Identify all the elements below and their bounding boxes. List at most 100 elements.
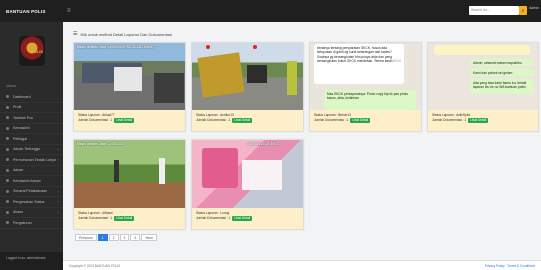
search-input[interactable]: Search for... <box>469 6 519 15</box>
chat-bubble: Kami dari polsek sei gelam <box>470 69 534 76</box>
detail-button[interactable]: Lihat Detail <box>114 118 135 123</box>
logo-text: POLIS <box>31 49 44 54</box>
card-info: Status Laporan : Auditor13 Jumlah Dokume… <box>192 110 303 131</box>
page-4[interactable]: 4 <box>130 234 141 241</box>
chevron-right-icon: › <box>57 199 59 205</box>
nav-icon <box>6 168 9 172</box>
sidebar-item-pelbagai[interactable]: Pelbagai <box>0 134 63 145</box>
card-info: Status Laporan : Aktual77 Jumlah Dokumen… <box>74 110 185 131</box>
card-doc-count: Jumlah Dokumentasi : 1 <box>78 216 113 220</box>
report-card-4[interactable]: Admin, selamat malam bapak/ibu Kami dari… <box>427 42 539 132</box>
sidebar-item-label: Dashboard <box>13 94 31 99</box>
sidebar-item-pengesahan-status[interactable]: Pengesahan Status › <box>0 197 63 208</box>
brand-title[interactable]: BANTUAN POLIS <box>0 0 63 22</box>
report-card-6[interactable]: 08/25/2023 03:46:27 Status Laporan : Lon… <box>191 139 304 230</box>
nav-icon <box>6 189 9 193</box>
chat-message: bertanya tentang persyaratan SKCK, husus… <box>317 46 393 63</box>
sidebar: POLIS Utama Dashboard Profil Tambah Pos Kem… <box>0 22 63 270</box>
photo-stamp: 08/25/2023 03:46:27 <box>247 142 280 146</box>
card-info: Status Laporan : Belum13 Jumlah Dokument… <box>310 110 421 131</box>
page-previous[interactable]: Previous <box>75 234 97 241</box>
report-card-1[interactable]: Maps details Jam 14:00/2023 (SS.2023/01/… <box>73 42 186 132</box>
nav-icon <box>6 116 9 120</box>
nav-icon <box>6 126 9 130</box>
nav-icon <box>6 158 9 162</box>
sidebar-item-label: Tambah Pos <box>13 115 33 120</box>
page-3[interactable]: 3 <box>119 234 130 241</box>
search-button[interactable]: ⌕ <box>519 6 527 15</box>
footer-links[interactable]: Privacy Policy · Terms & Conditions <box>485 264 535 268</box>
sidebar-item-label: Kemaskini <box>13 126 30 131</box>
search-icon: ⌕ <box>521 7 525 14</box>
user-menu[interactable]: Admin <box>529 6 539 10</box>
report-photo[interactable]: 08/25/2023 03:46:27 <box>192 140 303 210</box>
card-doc-count: Jumlah Dokumentasi : 1 <box>196 216 231 220</box>
sidebar-item-label: Permohonan Tindak Lanjut <box>13 157 56 162</box>
report-photo[interactable]: Admin, selamat malam bapak/ibu Kami dari… <box>428 43 538 112</box>
chat-message: Mas SKCK persayaratnya: Photo copy ktp k… <box>327 92 409 101</box>
list-icon: ☰ <box>73 31 78 37</box>
sidebar-item-label: Aduan <box>13 168 24 173</box>
card-doc-count: Jumlah Dokumentasi : 1 <box>196 118 231 122</box>
report-card-5[interactable]: Maps details Jam 14:00/2023 Status Lapor… <box>73 139 186 230</box>
card-doc-count: Jumlah Dokumentasi : 1 <box>314 118 349 122</box>
page-2[interactable]: 2 <box>108 234 119 241</box>
sidebar-item-tambah-pos[interactable]: Tambah Pos <box>0 113 63 124</box>
hamburger-icon[interactable]: ≡ <box>67 8 71 14</box>
sidebar-item-kemaskini-aduan[interactable]: Kemaskini Aduan <box>0 176 63 187</box>
sidebar-item-akaun[interactable]: Akaun › <box>0 208 63 218</box>
chat-message: Admin, selamat malam bapak/ibu <box>473 61 522 65</box>
photo-stamp: Maps details Jam 14:00/2023 (SS.2023/01/… <box>77 45 156 49</box>
detail-button[interactable]: Lihat Detail <box>232 118 253 123</box>
sidebar-item-aduan[interactable]: Aduan <box>0 166 63 176</box>
chat-bubble-reply: Mas SKCK persayaratnya: Photo copy ktp k… <box>324 90 416 110</box>
sidebar-item-label: Pengesahan Status <box>13 199 45 204</box>
sidebar-item-pengaturan[interactable]: Pengaturan <box>0 218 63 229</box>
detail-button[interactable]: Lihat Detail <box>232 216 253 221</box>
card-doc-count: Jumlah Dokumentasi : 1 <box>432 118 467 122</box>
logo-area: POLIS <box>0 22 63 80</box>
sidebar-item-profil[interactable]: Profil <box>0 103 63 113</box>
chat-bubble: Admin, selamat malam bapak/ibu <box>470 59 534 66</box>
detail-button[interactable]: Lihat Detail <box>468 118 489 123</box>
page-1[interactable]: 1 <box>97 234 108 241</box>
sidebar-item-label: Aduan Tertunggu <box>13 147 41 152</box>
breadcrumb-text: Klik untuk melihat Detail Laporan Dan Do… <box>80 31 172 37</box>
page-next[interactable]: Next <box>141 234 157 241</box>
nav-icon <box>6 210 9 214</box>
chat-bubble <box>434 45 530 55</box>
topbar: BANTUAN POLIS ≡ Search for... ⌕ Admin <box>0 0 541 22</box>
sidebar-item-label: Akaun <box>13 210 24 215</box>
chat-bubble: Ada yang bisa kami bantu bu, terkait lap… <box>470 79 534 94</box>
nav-icon <box>6 200 9 204</box>
report-photo[interactable] <box>192 43 303 112</box>
chevron-right-icon: › <box>57 209 59 215</box>
nav-icon <box>6 221 9 225</box>
chevron-right-icon: › <box>57 146 59 152</box>
sidebar-item-aduan-tertunggu[interactable]: Aduan Tertunggu › <box>0 145 63 155</box>
footer: Copyright © 2023 BANTUAN POLIS Privacy P… <box>63 260 541 270</box>
nav-icon <box>6 179 9 183</box>
footer-copyright: Copyright © 2023 BANTUAN POLIS <box>69 263 121 268</box>
chat-message: Kami dari polsek sei gelam <box>473 71 513 75</box>
sidebar-item-permohonan-tindak-lanjut[interactable]: Permohonan Tindak Lanjut › <box>0 155 63 166</box>
photo-stamp: Maps details Jam 14:00/2023 <box>77 142 125 146</box>
pagination: Previous 1 2 3 4 Next <box>75 234 158 241</box>
report-photo[interactable]: Maps details Jam 14:00/2023 <box>74 140 185 210</box>
sidebar-item-kemaskini[interactable]: Kemaskini <box>0 124 63 134</box>
sidebar-item-label: Pelbagai <box>13 136 27 141</box>
report-photo[interactable]: Maps details Jam 14:00/2023 (SS.2023/01/… <box>74 43 185 112</box>
sidebar-item-dashboard[interactable]: Dashboard <box>0 92 63 103</box>
sidebar-item-label: Pengaturan <box>13 220 32 225</box>
report-card-2[interactable]: Status Laporan : Auditor13 Jumlah Dokume… <box>191 42 304 132</box>
nav-icon <box>6 105 9 109</box>
sidebar-item-senarai-pelaksanaan[interactable]: Senarai Pelaksanaan › <box>0 187 63 197</box>
detail-button[interactable]: Lihat Detail <box>114 216 135 221</box>
detail-button[interactable]: Lihat Detail <box>350 118 371 123</box>
sidebar-item-label: Senarai Pelaksanaan <box>13 189 48 194</box>
report-photo[interactable]: bertanya tentang persyaratan SKCK, husus… <box>310 43 421 112</box>
card-info: Status Laporan : Lonog Jumlah Dokumentas… <box>192 208 303 229</box>
report-card-3[interactable]: bertanya tentang persyaratan SKCK, husus… <box>309 42 422 132</box>
card-info: Status Laporan : AzlinSyifa Jumlah Dokum… <box>428 110 538 131</box>
card-info: Status Laporan : AiMasri Jumlah Dokument… <box>74 208 185 229</box>
